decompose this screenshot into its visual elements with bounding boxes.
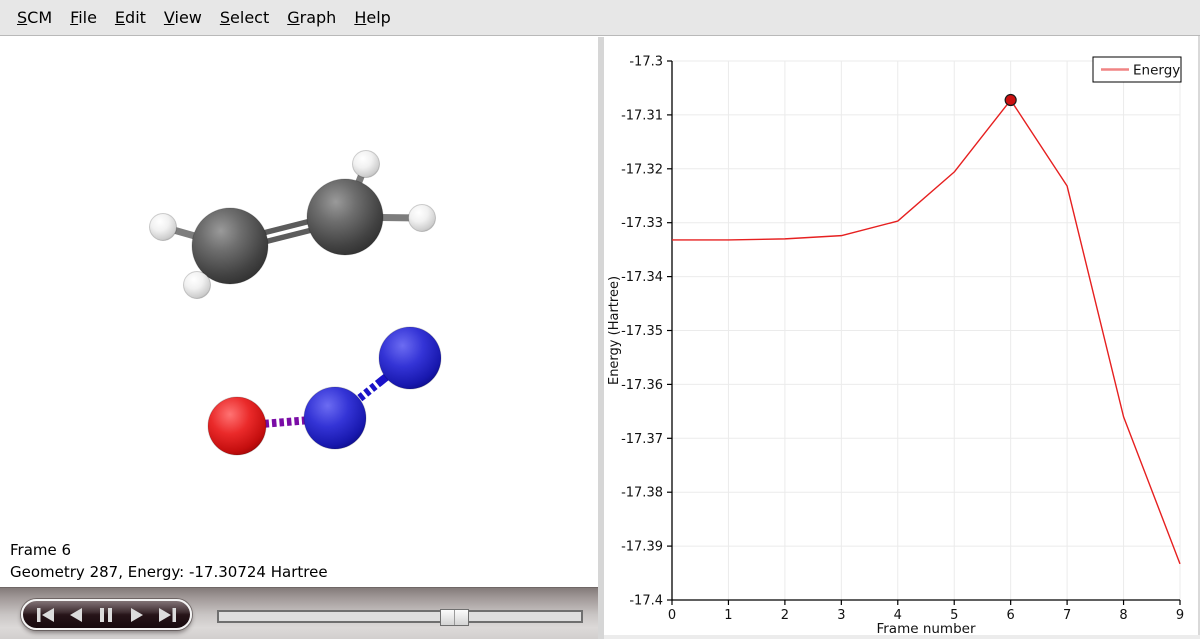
svg-text:-17.39: -17.39 bbox=[621, 540, 663, 555]
pause-button[interactable] bbox=[93, 604, 119, 626]
frame-slider-thumb[interactable] bbox=[440, 609, 469, 626]
x-ticks: 0123456789 bbox=[668, 600, 1184, 623]
current-frame-marker bbox=[1005, 95, 1016, 106]
svg-text:-17.4: -17.4 bbox=[629, 594, 663, 609]
svg-text:-17.3: -17.3 bbox=[629, 55, 663, 70]
step-back-icon bbox=[67, 607, 85, 623]
y-ticks: -17.3 -17.31 -17.32 -17.33 -17.34 -17.35 -17.3… bbox=[621, 55, 672, 609]
svg-text:6: 6 bbox=[1007, 608, 1015, 623]
svg-text:-17.37: -17.37 bbox=[621, 432, 663, 447]
y-axis-label: Energy (Hartree) bbox=[607, 276, 622, 385]
grid bbox=[672, 61, 1180, 600]
svg-text:-17.35: -17.35 bbox=[621, 324, 663, 339]
energy-chart-panel[interactable]: 0123456789-17.3-17.31-17.32-17.33-17.34-… bbox=[604, 36, 1200, 639]
svg-text:2: 2 bbox=[781, 608, 789, 623]
play-button[interactable] bbox=[124, 604, 150, 626]
skip-to-end-button[interactable] bbox=[154, 604, 180, 626]
svg-text:7: 7 bbox=[1063, 608, 1071, 623]
step-back-button[interactable] bbox=[63, 604, 89, 626]
legend: Energy bbox=[1093, 57, 1181, 82]
geometry-energy-label: Geometry 287, Energy: -17.30724 Hartree bbox=[10, 561, 328, 583]
energy-chart: 0123456789-17.3-17.31-17.32-17.33-17.34-… bbox=[604, 36, 1198, 637]
svg-text:8: 8 bbox=[1119, 608, 1127, 623]
svg-text:-17.33: -17.33 bbox=[621, 216, 663, 231]
series-line bbox=[672, 100, 1180, 564]
skip-to-start-button[interactable] bbox=[33, 604, 59, 626]
window-bottom-edge bbox=[604, 635, 1200, 639]
menu-bar: SCM File Edit View Select Graph Help bbox=[0, 0, 1200, 36]
playback-controls bbox=[21, 599, 192, 630]
svg-text:-17.32: -17.32 bbox=[621, 162, 663, 177]
amsmovie-window: SCM File Edit View Select Graph Help bbox=[0, 0, 1200, 639]
svg-text:-17.36: -17.36 bbox=[621, 378, 663, 393]
menu-scm[interactable]: SCM bbox=[8, 4, 61, 31]
menu-graph[interactable]: Graph bbox=[278, 4, 345, 31]
pause-icon bbox=[98, 607, 114, 623]
svg-text:-17.34: -17.34 bbox=[621, 270, 663, 285]
svg-text:1: 1 bbox=[724, 608, 732, 623]
svg-text:0: 0 bbox=[668, 608, 676, 623]
svg-text:9: 9 bbox=[1176, 608, 1184, 623]
skip-to-end-icon bbox=[156, 607, 178, 623]
frame-slider-track[interactable] bbox=[217, 610, 583, 623]
svg-text:-17.31: -17.31 bbox=[621, 108, 663, 123]
playback-bar bbox=[0, 587, 598, 639]
legend-label: Energy bbox=[1133, 63, 1180, 79]
skip-to-start-icon bbox=[35, 607, 57, 623]
menu-file[interactable]: File bbox=[61, 4, 106, 31]
menu-select[interactable]: Select bbox=[211, 4, 278, 31]
molecule-render bbox=[0, 37, 598, 587]
frame-number-label: Frame 6 bbox=[10, 539, 328, 561]
menu-view[interactable]: View bbox=[155, 4, 211, 31]
menu-edit[interactable]: Edit bbox=[106, 4, 155, 31]
play-icon bbox=[128, 607, 146, 623]
molecule-viewport[interactable]: Frame 6 Geometry 287, Energy: -17.30724 … bbox=[0, 37, 598, 587]
molecule-atoms bbox=[150, 151, 442, 456]
svg-text:-17.38: -17.38 bbox=[621, 486, 663, 501]
svg-text:3: 3 bbox=[837, 608, 845, 623]
frame-status: Frame 6 Geometry 287, Energy: -17.30724 … bbox=[10, 539, 328, 583]
menu-help[interactable]: Help bbox=[345, 4, 399, 31]
